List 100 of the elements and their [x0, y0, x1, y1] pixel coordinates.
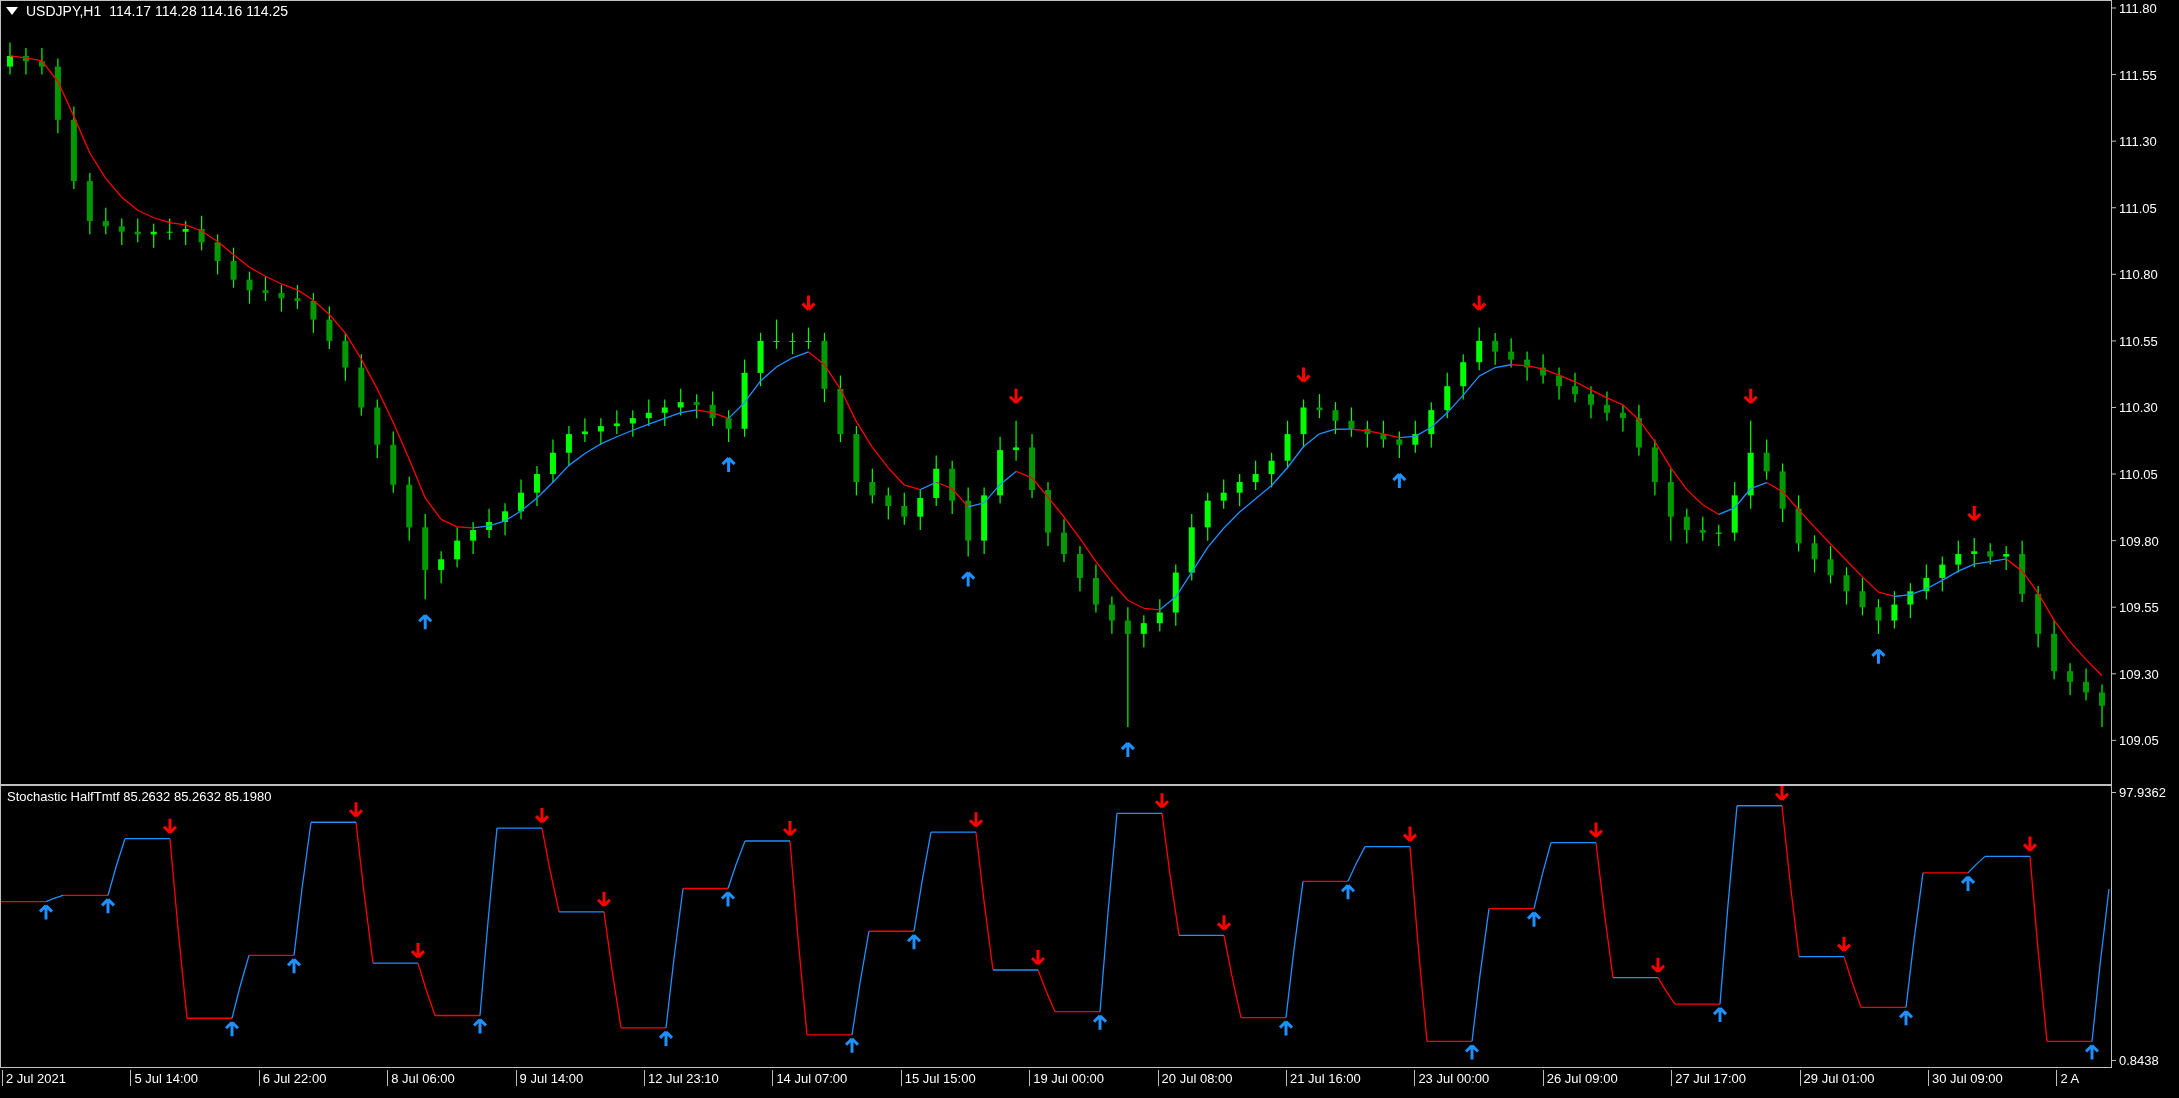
indicator-label: Stochastic HalfTmtf 85.2632 85.2632 85.1980: [7, 789, 272, 804]
candlestick: [1140, 614, 1147, 648]
down-arrow-icon: [1030, 948, 1046, 966]
time-axis-label: 14 Jul 07:00: [772, 1070, 848, 1086]
candlestick: [2003, 545, 2010, 571]
down-arrow-icon: [1966, 504, 1982, 522]
candlestick: [1843, 566, 1850, 606]
candlestick: [2019, 540, 2026, 603]
down-arrow-icon: [1216, 913, 1232, 931]
up-arrow-icon: [1120, 741, 1136, 759]
price-axis-label: 111.55: [2119, 67, 2157, 83]
price-axis-label: 109.30: [2119, 666, 2159, 682]
candlestick: [1076, 545, 1083, 592]
down-arrow-icon: [410, 941, 426, 959]
down-arrow-icon: [1836, 935, 1852, 953]
candlestick: [342, 332, 349, 382]
time-axis-label: 15 Jul 15:00: [900, 1070, 976, 1086]
price-axis-label: 110.30: [2119, 400, 2158, 416]
candlestick: [613, 409, 620, 435]
down-arrow-icon: [1402, 825, 1418, 843]
candlestick: [1939, 556, 1946, 592]
dropdown-triangle-icon[interactable]: [6, 7, 18, 15]
candlestick: [2051, 619, 2058, 680]
candlestick: [1460, 353, 1467, 401]
candlestick: [1204, 492, 1211, 542]
candlestick: [1731, 481, 1738, 542]
time-axis-label: 21 Jul 16:00: [1286, 1070, 1361, 1086]
candlestick: [1220, 478, 1227, 510]
price-axis-label: 111.30: [2119, 134, 2157, 150]
candlestick: [645, 398, 652, 427]
candlestick: [2035, 585, 2042, 648]
down-arrow-icon: [1154, 791, 1170, 809]
down-arrow-icon: [162, 817, 178, 835]
up-arrow-icon: [720, 891, 736, 908]
candlestick: [2067, 662, 2074, 696]
candlestick: [134, 217, 141, 243]
candlestick: [1603, 390, 1610, 422]
price-axis-label: 111.80: [2119, 1, 2157, 16]
candlestick: [1380, 420, 1387, 449]
candlestick: [38, 47, 45, 76]
candlestick: [2083, 667, 2090, 702]
symbol-label: USDJPY,H1: [26, 3, 102, 19]
up-arrow-icon: [658, 1030, 674, 1048]
up-arrow-icon: [1340, 883, 1356, 901]
candlestick: [901, 492, 908, 526]
candlestick: [166, 217, 173, 241]
candlestick: [2099, 683, 2105, 728]
up-arrow-icon: [1391, 472, 1407, 490]
up-arrow-icon: [417, 613, 433, 631]
candlestick: [1923, 564, 1930, 600]
indicator-axis-label: 0.8438: [2119, 1053, 2159, 1068]
candlestick: [1029, 433, 1036, 499]
candlestick: [7, 42, 13, 76]
time-axis-label: 30 Jul 09:00: [1928, 1070, 2003, 1086]
price-axis-label: 109.80: [2119, 533, 2159, 549]
candlestick: [1300, 398, 1307, 449]
time-axis-label: 20 Jul 08:00: [1157, 1070, 1233, 1086]
candlestick: [1875, 598, 1882, 635]
candlestick: [773, 319, 780, 350]
down-arrow-icon: [968, 810, 984, 828]
candlestick: [1188, 513, 1195, 582]
candlestick: [581, 417, 588, 443]
candlestick: [1651, 438, 1658, 496]
candlestick: [757, 332, 764, 387]
up-arrow-icon: [224, 1020, 240, 1038]
price-axis-label: 110.80: [2119, 267, 2158, 283]
up-arrow-icon: [1960, 875, 1976, 893]
down-arrow-icon: [1471, 294, 1487, 312]
candlestick: [198, 215, 205, 251]
up-arrow-icon: [286, 957, 302, 975]
candlestick: [1683, 508, 1690, 544]
candlestick: [358, 353, 365, 417]
candlestick: [949, 460, 956, 515]
up-arrow-icon: [1712, 1006, 1728, 1024]
candlestick: [1715, 524, 1722, 547]
candlestick: [1476, 326, 1483, 371]
candlestick: [1108, 595, 1115, 635]
up-arrow-icon: [1092, 1014, 1108, 1032]
up-arrow-icon: [100, 897, 116, 915]
candlestick: [1795, 494, 1802, 552]
candlestick: [1172, 564, 1179, 627]
candlestick: [150, 223, 157, 249]
candlestick: [1332, 401, 1339, 435]
candlestick: [1316, 393, 1323, 419]
candlestick: [246, 271, 253, 305]
ohlc-values: 114.17 114.28 114.16 114.25: [109, 3, 288, 19]
candlestick: [1540, 353, 1547, 385]
candlestick: [1572, 372, 1578, 403]
candlestick: [1971, 537, 1978, 568]
candlestick: [1811, 534, 1818, 574]
candlestick: [917, 489, 924, 531]
down-arrow-icon: [1650, 956, 1666, 974]
candlestick: [1556, 366, 1563, 401]
candlestick: [853, 425, 860, 496]
down-arrow-icon: [782, 819, 798, 837]
candlestick: [1907, 582, 1914, 619]
candlestick: [549, 438, 556, 483]
down-arrow-icon: [800, 294, 816, 312]
candlestick: [534, 465, 540, 507]
time-axis-label: 8 Jul 06:00: [387, 1070, 455, 1086]
